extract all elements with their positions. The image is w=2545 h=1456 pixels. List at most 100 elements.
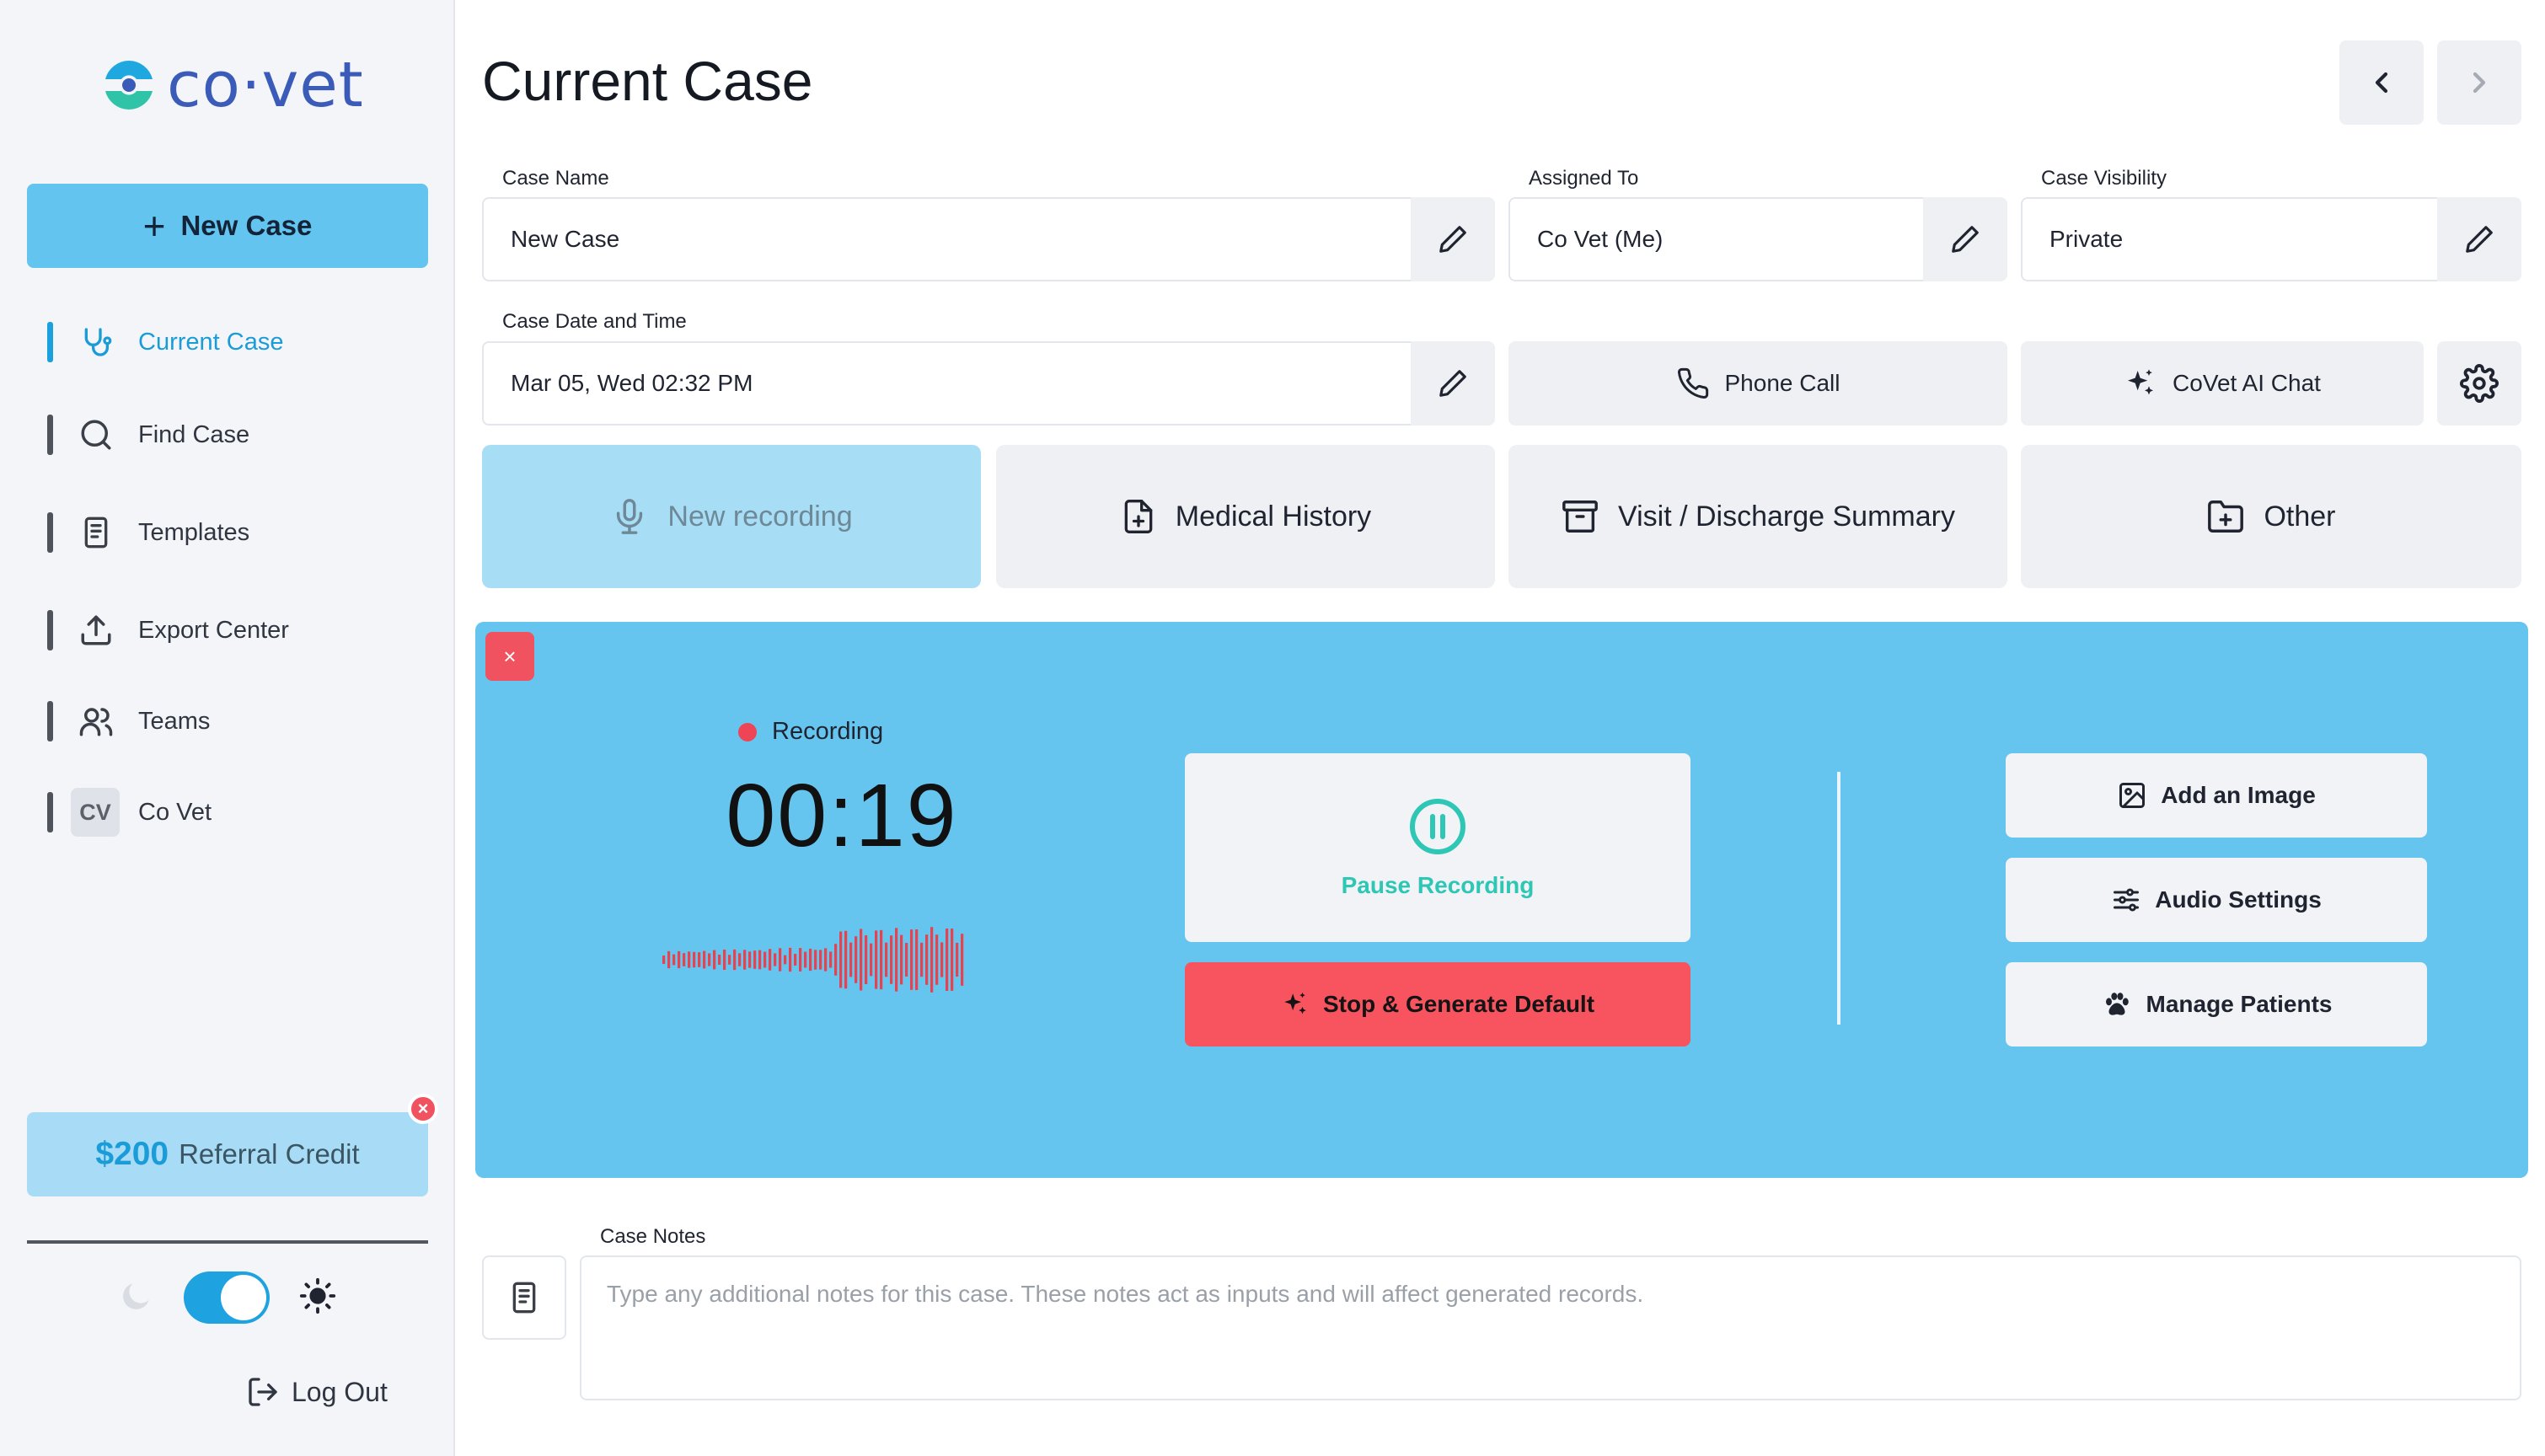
upload-icon bbox=[78, 612, 115, 649]
waveform-bar bbox=[718, 954, 721, 966]
waveform-bar bbox=[956, 942, 959, 977]
waveform-bar bbox=[678, 950, 681, 969]
edit-visibility-button[interactable] bbox=[2437, 197, 2521, 281]
waveform-bar bbox=[662, 956, 666, 964]
pencil-icon bbox=[1439, 226, 1466, 253]
notes-template-button[interactable] bbox=[482, 1255, 566, 1340]
settings-button[interactable] bbox=[2437, 341, 2521, 426]
folder-plus-icon bbox=[2208, 500, 2244, 533]
covet-logo-icon bbox=[105, 61, 153, 110]
document-icon bbox=[512, 1282, 536, 1314]
waveform-bar bbox=[804, 951, 807, 968]
tab-new-recording[interactable]: New recording bbox=[482, 445, 981, 588]
microphone-icon bbox=[617, 499, 643, 534]
sliders-icon bbox=[2114, 888, 2140, 912]
waveform-bar bbox=[880, 929, 883, 990]
panel-divider bbox=[1837, 772, 1840, 1025]
visibility-label: Case Visibility bbox=[2041, 167, 2167, 190]
waveform-bar bbox=[733, 949, 737, 971]
waveform-bar bbox=[814, 950, 817, 970]
waveform-bar bbox=[925, 934, 929, 985]
manage-patients-button[interactable]: Manage Patients bbox=[2006, 962, 2427, 1046]
plus-icon: + bbox=[142, 204, 166, 248]
waveform-bar bbox=[713, 950, 716, 970]
waveform-bar bbox=[819, 950, 822, 970]
tab-other[interactable]: Other bbox=[2021, 445, 2521, 588]
sun-icon bbox=[298, 1277, 337, 1320]
sparkles-icon bbox=[2128, 369, 2154, 395]
logout-button[interactable]: Log Out bbox=[246, 1375, 388, 1409]
waveform-bar bbox=[748, 951, 752, 968]
logo-text: co·vet bbox=[167, 49, 364, 121]
case-name-field: New Case bbox=[482, 197, 1495, 281]
edit-date-time-button[interactable] bbox=[1411, 341, 1495, 426]
theme-toggle[interactable] bbox=[184, 1271, 270, 1324]
close-icon[interactable]: × bbox=[408, 1094, 438, 1124]
recording-panel: × Recording 00:19 Pause Recording Stop &… bbox=[475, 622, 2528, 1178]
waveform-bar bbox=[890, 935, 893, 984]
theme-switcher bbox=[118, 1271, 337, 1325]
sparkles-icon bbox=[1284, 992, 1306, 1014]
pause-recording-button[interactable]: Pause Recording bbox=[1185, 753, 1690, 942]
previous-case-button[interactable] bbox=[2339, 40, 2424, 125]
avatar: CV bbox=[71, 788, 120, 837]
new-case-button[interactable]: + New Case bbox=[27, 184, 428, 268]
referral-credit-banner[interactable]: $200 Referral Credit × bbox=[27, 1094, 438, 1196]
tab-label: Other bbox=[2264, 500, 2336, 533]
assigned-to-label: Assigned To bbox=[1529, 167, 1639, 190]
waveform-bar bbox=[829, 951, 833, 968]
tab-label: Medical History bbox=[1175, 500, 1372, 533]
waveform-bar bbox=[794, 953, 797, 966]
next-case-button[interactable] bbox=[2437, 40, 2521, 125]
case-name-input[interactable]: New Case bbox=[482, 197, 1411, 281]
pause-recording-label: Pause Recording bbox=[1341, 872, 1535, 898]
waveform-bar bbox=[667, 950, 671, 969]
waveform-bar bbox=[910, 929, 914, 990]
covet-logo[interactable]: co·vet bbox=[99, 49, 364, 121]
pencil-icon bbox=[1952, 226, 1979, 253]
waveform-bar bbox=[940, 942, 944, 977]
waveform-bar bbox=[698, 952, 701, 967]
recording-status: Recording bbox=[738, 718, 883, 746]
tab-visit-discharge-summary[interactable]: Visit / Discharge Summary bbox=[1508, 445, 2007, 588]
waveform-bar bbox=[774, 953, 777, 966]
waveform-bar bbox=[753, 950, 757, 969]
waveform-bar bbox=[779, 948, 782, 972]
users-icon bbox=[78, 703, 115, 740]
visibility-input[interactable]: Private bbox=[2021, 197, 2437, 281]
stop-generate-label: Stop & Generate Default bbox=[1322, 991, 1595, 1017]
edit-case-name-button[interactable] bbox=[1411, 197, 1495, 281]
search-icon bbox=[78, 416, 115, 453]
chevron-right-icon bbox=[2473, 72, 2486, 94]
stop-generate-button[interactable]: Stop & Generate Default bbox=[1185, 962, 1690, 1046]
case-navigation bbox=[2339, 40, 2535, 125]
pencil-icon bbox=[2466, 226, 2493, 253]
waveform-bar bbox=[935, 934, 939, 985]
stethoscope-icon bbox=[78, 324, 115, 361]
assigned-to-input[interactable]: Co Vet (Me) bbox=[1508, 197, 1923, 281]
date-time-input[interactable]: Mar 05, Wed 02:32 PM bbox=[482, 341, 1411, 426]
tab-medical-history[interactable]: Medical History bbox=[996, 445, 1495, 588]
new-case-label: New Case bbox=[180, 210, 313, 241]
waveform-bar bbox=[895, 928, 898, 992]
phone-call-button[interactable]: Phone Call bbox=[1508, 341, 2007, 426]
waveform-bar bbox=[865, 935, 868, 984]
waveform-bar bbox=[824, 948, 828, 972]
referral-amount: $200 bbox=[95, 1136, 169, 1172]
tab-label: Visit / Discharge Summary bbox=[1618, 500, 1955, 533]
case-notes-input[interactable]: Type any additional notes for this case.… bbox=[580, 1255, 2521, 1400]
waveform-bar bbox=[905, 943, 908, 977]
document-icon bbox=[78, 514, 115, 551]
waveform-bar bbox=[769, 949, 772, 971]
paw-icon bbox=[2105, 993, 2129, 1015]
referral-label: Referral Credit bbox=[179, 1138, 360, 1170]
recording-status-label: Recording bbox=[772, 718, 884, 745]
close-recording-button[interactable]: × bbox=[485, 632, 534, 681]
audio-settings-button[interactable]: Audio Settings bbox=[2006, 858, 2427, 942]
sidebar-item-label: Export Center bbox=[138, 616, 289, 644]
add-image-button[interactable]: Add an Image bbox=[2006, 753, 2427, 838]
waveform-bar bbox=[930, 927, 934, 993]
waveform-bar bbox=[764, 951, 767, 968]
edit-assigned-to-button[interactable] bbox=[1923, 197, 2007, 281]
ai-chat-button[interactable]: CoVet AI Chat bbox=[2021, 341, 2424, 426]
